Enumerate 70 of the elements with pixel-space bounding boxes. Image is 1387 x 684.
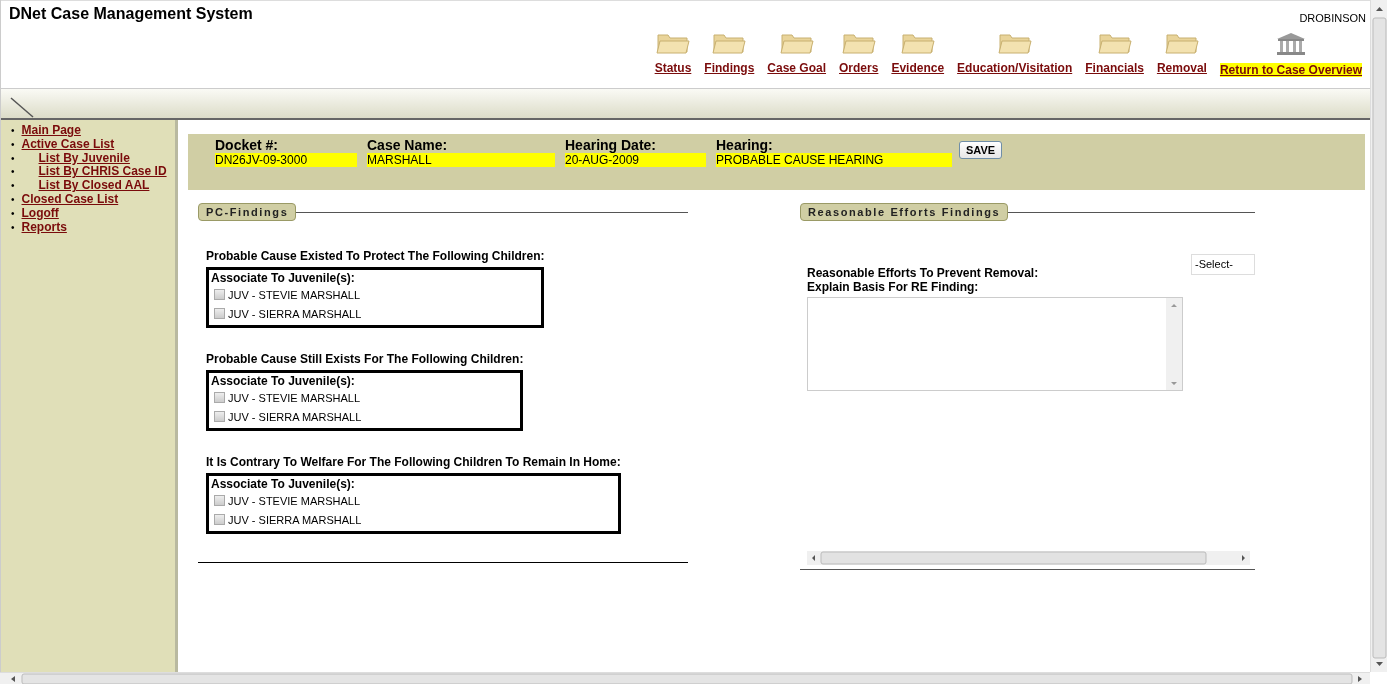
bullet: • (11, 206, 15, 221)
nav-link[interactable]: Return to Case Overview (1219, 63, 1362, 77)
box-label: Associate To Juvenile(s): (211, 271, 356, 285)
bullet: • (11, 137, 15, 152)
nav-link[interactable]: Case Goal (767, 61, 827, 75)
field-value: PROBABLE CAUSE HEARING (716, 153, 952, 167)
nav-link[interactable]: Status (654, 61, 692, 75)
bullet: • (11, 151, 15, 166)
folder-icon[interactable] (997, 32, 1032, 54)
sidebar-link[interactable]: Logoff (21, 206, 59, 221)
nav-link[interactable]: Financials (1085, 61, 1144, 75)
sidebar-link[interactable]: Main Page (21, 124, 81, 138)
bullet: • (11, 220, 15, 235)
section-title: PC-Findings (198, 203, 297, 221)
field-label: Case Name: (367, 138, 449, 153)
nav-link[interactable]: Orders (839, 61, 879, 75)
folder-icon[interactable] (1097, 32, 1132, 54)
field-label: Hearing Date: (565, 138, 658, 153)
juvenile-name: JUV - STEVIE MARSHALL (228, 288, 361, 301)
box-label: Associate To Juvenile(s): (211, 477, 356, 491)
juvenile-name: JUV - SIERRA MARSHALL (228, 307, 362, 320)
user-name: DROBINSON (1299, 12, 1366, 24)
save-button[interactable]: SAVE (959, 141, 1003, 159)
field-value: DN26JV-09-3000 (215, 153, 357, 167)
question-label: Probable Cause Still Exists For The Following Children: (206, 352, 524, 366)
bullet: • (11, 193, 15, 207)
field-value: 20-AUG-2009 (565, 153, 706, 167)
box-label: Associate To Juvenile(s): (211, 374, 356, 388)
juvenile-name: JUV - SIERRA MARSHALL (228, 513, 362, 526)
sidebar-link[interactable]: List By CHRIS Case ID (21, 165, 167, 180)
folder-icon[interactable] (656, 32, 690, 54)
field-value: MARSHALL (367, 153, 555, 167)
select-field[interactable]: -Select- (1191, 254, 1255, 275)
sidebar-link[interactable]: Active Case List (21, 137, 115, 152)
question-label: Probable Cause Existed To Protect The Following Children: (206, 249, 545, 263)
field-label: Explain Basis For RE Finding: (806, 280, 980, 294)
folder-icon[interactable] (1164, 32, 1199, 54)
question-label: It Is Contrary To Welfare For The Following Children To Remain In Home: (206, 455, 621, 469)
checkbox[interactable] (214, 289, 225, 300)
field-label: Docket #: (215, 138, 280, 153)
checkbox[interactable] (214, 514, 225, 525)
checkbox[interactable] (214, 392, 225, 403)
building-icon[interactable] (1275, 32, 1306, 56)
juvenile-name: JUV - STEVIE MARSHALL (228, 391, 361, 404)
nav-link[interactable]: Removal (1156, 61, 1207, 75)
checkbox[interactable] (214, 308, 225, 319)
folder-icon[interactable] (841, 32, 876, 54)
sidebar-link[interactable]: Reports (21, 220, 67, 235)
field-label: Hearing: (716, 138, 774, 153)
sidebar-link[interactable]: Closed Case List (21, 193, 119, 207)
folder-icon[interactable] (779, 32, 814, 54)
bullet: • (11, 179, 15, 193)
nav-link[interactable]: Findings (704, 61, 755, 75)
bullet: • (11, 165, 15, 180)
checkbox[interactable] (214, 495, 225, 506)
sidebar-link[interactable]: List By Closed AAL (21, 179, 150, 193)
nav-link[interactable]: Education/Visitation (957, 61, 1073, 75)
juvenile-name: JUV - SIERRA MARSHALL (228, 410, 362, 423)
juvenile-name: JUV - STEVIE MARSHALL (228, 494, 361, 507)
text-area[interactable] (807, 297, 1183, 391)
nav-link[interactable]: Evidence (891, 61, 945, 75)
field-label: Reasonable Efforts To Prevent Removal: (807, 266, 1039, 280)
section-title: Reasonable Efforts Findings (800, 203, 1009, 221)
sidebar-link[interactable]: List By Juvenile (21, 151, 130, 166)
folder-icon[interactable] (900, 32, 935, 54)
checkbox[interactable] (214, 411, 225, 422)
app-title: DNet Case Management System (9, 5, 253, 24)
diagonal-mark-icon (9, 96, 35, 118)
folder-icon[interactable] (712, 32, 747, 54)
bullet: • (11, 124, 15, 138)
